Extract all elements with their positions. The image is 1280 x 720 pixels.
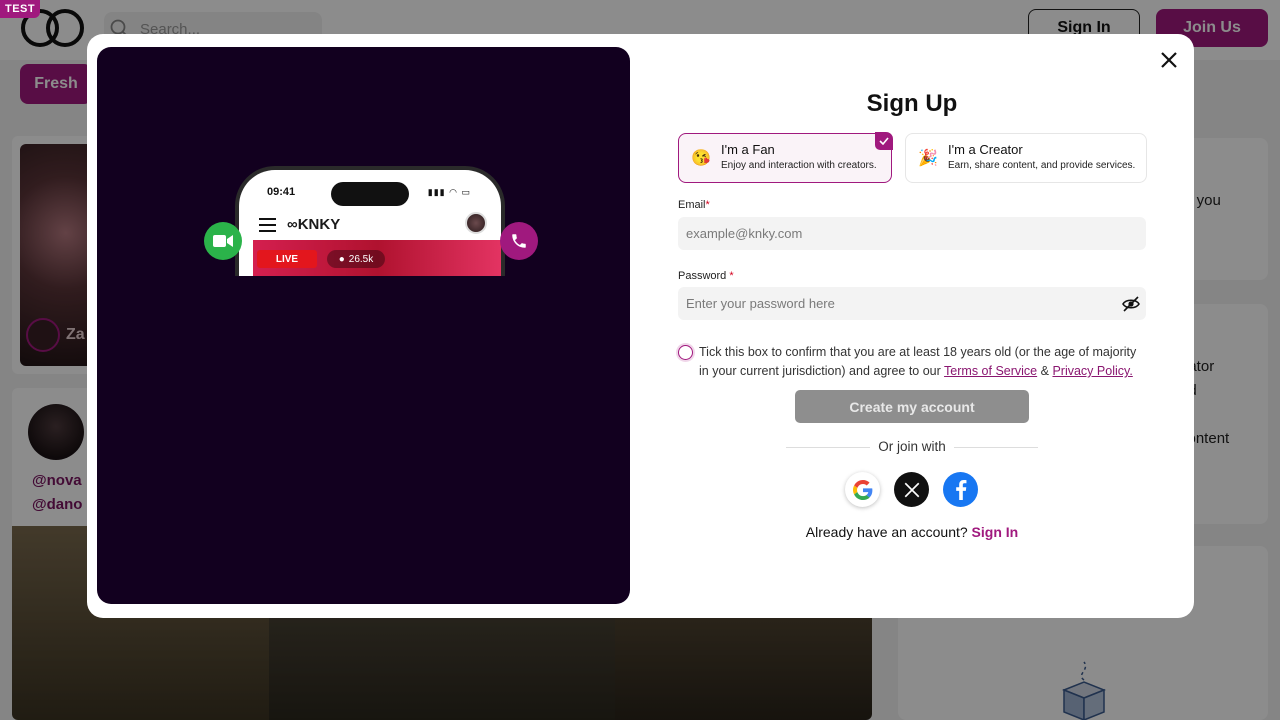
close-icon[interactable] [1157,48,1181,72]
email-label-text: Email [678,199,706,211]
or-join-divider: Or join with [678,439,1146,454]
phone-time: 09:41 [267,186,296,198]
phone-brand-text: KNKY [297,216,341,233]
or-join-text: Or join with [870,439,954,454]
viewer-count-value: 26.5k [348,253,374,265]
google-login-button[interactable] [845,472,880,507]
x-icon [904,482,919,497]
phone-call-icon [500,222,538,260]
party-popper-icon: 🎉 [918,150,938,167]
avatar [465,212,487,234]
terms-of-service-link[interactable]: Terms of Service [944,364,1037,378]
live-badge: LIVE [257,250,317,268]
role-description: Enjoy and interaction with creators. [721,160,877,171]
promo-panel: 09:41 ▮▮▮ ◠ ▭ ∞KNKY LIVE ● 26.5k [97,47,630,604]
password-label: Password * [678,270,734,282]
privacy-policy-link[interactable]: Privacy Policy. [1052,364,1132,378]
phone-notch [331,182,409,206]
email-field[interactable] [678,217,1146,250]
already-have-account: Already have an account? Sign In [678,524,1146,540]
phone-status-icons: ▮▮▮ ◠ ▭ [427,187,471,197]
password-label-text: Password [678,270,727,282]
google-icon [852,479,872,500]
age-confirm-checkbox[interactable] [678,345,693,360]
password-field[interactable] [678,287,1146,320]
modal-title: Sign Up [866,90,958,117]
checkmark-icon [875,132,893,150]
role-title: I'm a Fan [721,142,775,157]
required-mark: * [729,270,734,282]
facebook-icon [955,479,966,500]
eye-off-icon[interactable] [1122,296,1140,312]
video-call-icon [204,222,242,260]
email-label: Email* [678,199,710,211]
phone-mockup: 09:41 ▮▮▮ ◠ ▭ ∞KNKY LIVE ● 26.5k [235,166,505,276]
sign-in-link[interactable]: Sign In [972,524,1019,540]
kiss-emoji-icon: 😘 [691,150,711,167]
eye-icon: ● [338,253,345,265]
x-login-button[interactable] [894,472,929,507]
create-account-button[interactable]: Create my account [795,390,1029,423]
role-description: Earn, share content, and provide service… [948,160,1136,171]
sign-up-modal: 09:41 ▮▮▮ ◠ ▭ ∞KNKY LIVE ● 26.5k Sign Up … [87,34,1194,618]
phone-brand-logo: ∞KNKY [287,216,341,233]
role-option-creator[interactable]: 🎉 I'm a Creator Earn, share content, and… [905,133,1147,183]
hamburger-icon [259,218,276,232]
test-badge: TEST [0,0,41,18]
live-stream-preview: LIVE ● 26.5k [253,240,501,276]
role-title: I'm a Creator [948,142,1023,157]
facebook-login-button[interactable] [943,472,978,507]
agree-amp: & [1040,364,1049,378]
already-have-account-text: Already have an account? [805,524,968,540]
required-mark: * [705,199,710,211]
age-confirm-text: Tick this box to confirm that you are at… [699,343,1144,381]
sign-up-form: Sign Up 😘 I'm a Fan Enjoy and interactio… [678,34,1147,618]
role-option-fan[interactable]: 😘 I'm a Fan Enjoy and interaction with c… [678,132,893,183]
viewer-count: ● 26.5k [327,250,385,268]
